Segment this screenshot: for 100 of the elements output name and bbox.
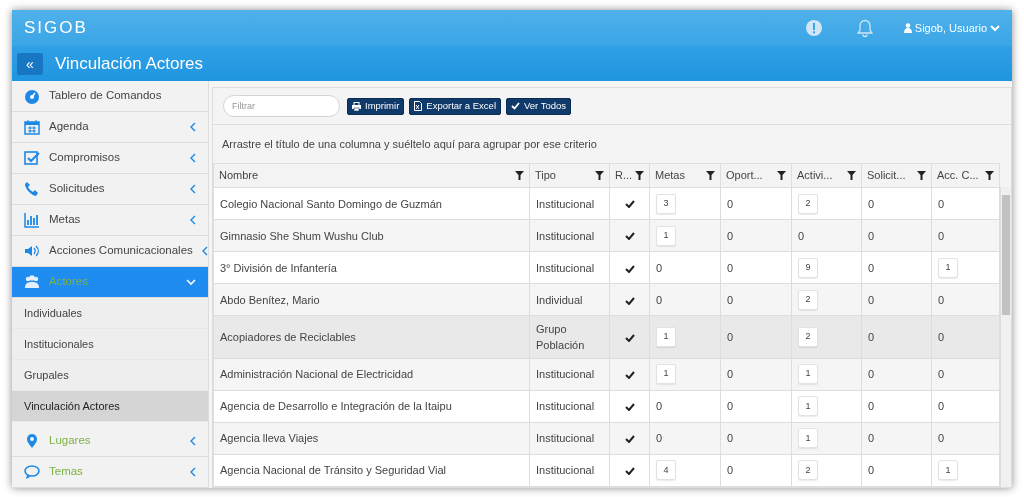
submenu-item[interactable]: Institucionales (12, 329, 208, 360)
table-row[interactable]: Abdo Benítez, Mario Individual 0 0 2 0 0 (213, 283, 1000, 316)
count-button[interactable]: 3 (656, 193, 676, 214)
app-logo: SIGOB (24, 17, 88, 40)
spreadsheet-icon (414, 101, 423, 111)
table-cell-text: Abdo Benítez, Mario (220, 292, 321, 308)
table-cell-text: 0 (727, 431, 735, 447)
table-cell-text: Colegio Nacional Santo Domingo de Guzmán (220, 196, 443, 212)
table-cell-text: Individual (536, 292, 584, 308)
submenu-item[interactable]: Vinculación Actores (12, 391, 208, 422)
table-row[interactable]: Administración Nacional de Electricidad Institucional 1 0 1 0 0 (213, 358, 1000, 391)
toolbar-button[interactable]: Exportar a Excel (409, 97, 501, 115)
count-button[interactable]: 1 (656, 225, 676, 246)
table-cell-text: 0 (938, 329, 946, 345)
table-row[interactable]: Agencia Nacional de Tránsito y Seguridad Vial Institucional 4 0 2 0 1 (213, 454, 1000, 487)
table-cell-text: Institucional (536, 463, 596, 479)
table-cell-text: 0 (727, 292, 735, 308)
submenu-item[interactable]: Grupales (12, 360, 208, 391)
filter-icon[interactable] (985, 171, 994, 180)
table-cell-text: 0 (727, 399, 735, 415)
table-cell-text: Administración Nacional de Electricidad (220, 367, 415, 383)
table-cell-text: 0 (938, 431, 946, 447)
table-cell-text: Gimnasio She Shum Wushu Club (220, 228, 385, 244)
scrollbar[interactable] (1000, 187, 1011, 487)
count-button[interactable]: 1 (798, 396, 818, 417)
toolbar-button[interactable]: Imprimir (347, 97, 405, 115)
table-row[interactable]: Gimnasio She Shum Wushu Club Institucional 1 0 0 0 0 (213, 219, 1000, 252)
filter-icon[interactable] (515, 171, 524, 180)
table-cell-text: 0 (727, 228, 735, 244)
chat-icon (24, 464, 40, 480)
printer-icon (352, 101, 361, 111)
table-cell-text: 0 (868, 367, 876, 383)
filter-icon[interactable] (635, 171, 644, 180)
count-button[interactable]: 1 (798, 364, 818, 385)
table-cell-text: 0 (727, 260, 735, 276)
table-cell-text: 0 (938, 367, 946, 383)
collapse-button[interactable]: « (17, 53, 43, 75)
toolbar-button[interactable]: Ver Todos (506, 97, 572, 115)
table-cell-text: Institucional (536, 228, 596, 244)
table-cell-text: Institucional (536, 196, 596, 212)
table-cell-text: 0 (656, 431, 664, 447)
column-header[interactable]: Tipo (535, 167, 556, 184)
table-row[interactable]: Acopiadores de Reciclables Grupo Población 1 0 2 0 0 (213, 315, 1000, 359)
table-cell-text: 0 (868, 329, 876, 345)
map-pin-icon (24, 433, 40, 449)
check-icon (511, 102, 520, 110)
users-icon (24, 274, 40, 290)
count-button[interactable]: 9 (798, 257, 818, 278)
table-cell-text: 0 (727, 463, 735, 479)
table-cell-text: 0 (798, 228, 806, 244)
count-button[interactable]: 4 (656, 460, 676, 481)
table-cell-text: 0 (868, 399, 876, 415)
table-cell-text: Institucional (536, 399, 596, 415)
count-button[interactable]: 2 (798, 326, 818, 347)
table-cell-text: 0 (656, 399, 664, 415)
table-cell-text: Agencia de Desarrollo e Integración de la Itaipu (220, 399, 453, 415)
filter-icon[interactable] (706, 171, 715, 180)
count-button[interactable]: 2 (798, 193, 818, 214)
filter-icon[interactable] (847, 171, 856, 180)
group-hint: Arrastre el título de una columna y suéltelo aquí para agrupar por ese criterio (222, 136, 597, 152)
table-cell-text: 0 (868, 228, 876, 244)
table-cell-text: Institucional (536, 260, 596, 276)
count-button[interactable]: 1 (798, 428, 818, 449)
count-button[interactable]: 2 (798, 289, 818, 310)
table-cell-text: 0 (727, 329, 735, 345)
table-cell-text: Institucional (536, 367, 596, 383)
column-header[interactable]: Nombre (219, 167, 259, 184)
phone-icon (24, 181, 40, 197)
table-cell-text: 0 (868, 463, 876, 479)
table-cell-text: Institucional (536, 431, 596, 447)
table-cell-text: Agencia lleva Viajes (220, 431, 320, 447)
table-cell-text: 0 (868, 292, 876, 308)
table-cell-text: 0 (938, 196, 946, 212)
table-cell-text: 0 (868, 431, 876, 447)
filter-icon[interactable] (595, 171, 604, 180)
submenu-item[interactable]: Individuales (12, 298, 208, 329)
filter-icon[interactable] (777, 171, 786, 180)
table-cell-text: 0 (938, 399, 946, 415)
table-cell-text: Agencia Nacional de Tránsito y Seguridad Vial (220, 463, 448, 479)
table-row[interactable]: Agencia lleva Viajes Institucional 0 0 1 0 0 (213, 422, 1000, 455)
table-cell-text: 0 (656, 292, 664, 308)
table-cell-text: Acopiadores de Reciclables (220, 329, 357, 345)
chevron-down-icon (990, 24, 1000, 32)
table-row[interactable]: Colegio Nacional Santo Domingo de Guzmán Institucional 3 0 2 0 0 (213, 187, 1000, 220)
table-cell-text: 0 (727, 196, 735, 212)
count-button[interactable]: 1 (656, 326, 676, 347)
table-cell-text: 3° División de Infantería (220, 260, 338, 276)
count-button[interactable]: 1 (938, 460, 958, 481)
checkbox-icon (24, 150, 40, 166)
table-cell-text: Grupo Población (536, 321, 586, 353)
table-cell-text: 0 (938, 292, 946, 308)
table-cell-text: 0 (656, 260, 664, 276)
table-row[interactable]: Agencia de Desarrollo e Integración de la Itaipu Institucional 0 0 1 0 0 (213, 390, 1000, 423)
table-row[interactable]: 3° División de Infantería Institucional 0 0 9 0 1 (213, 251, 1000, 284)
filter-icon[interactable] (917, 171, 926, 180)
count-button[interactable]: 1 (656, 364, 676, 385)
filter-field[interactable]: Filtrar (223, 95, 340, 117)
count-button[interactable]: 1 (938, 257, 958, 278)
count-button[interactable]: 2 (798, 460, 818, 481)
calendar-icon (24, 119, 40, 135)
